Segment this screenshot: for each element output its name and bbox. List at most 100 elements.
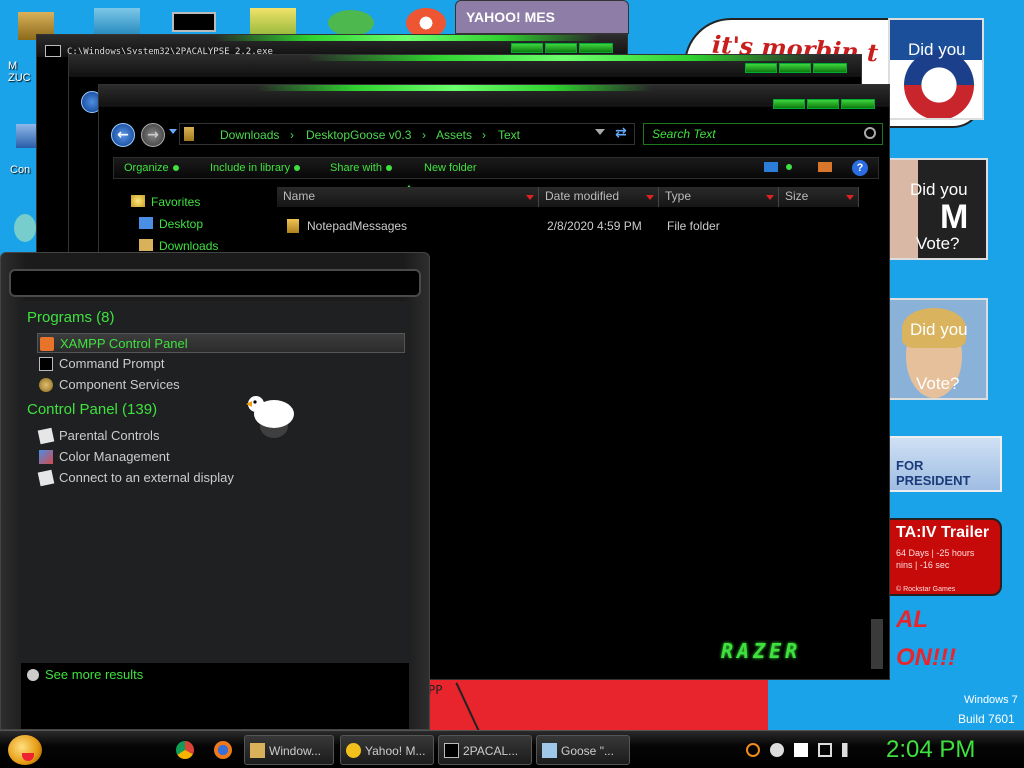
see-more-results-link[interactable]: See more results xyxy=(45,667,143,682)
dropdown-arrow-icon[interactable] xyxy=(846,195,854,200)
desktop-icon-label-computer[interactable]: Con xyxy=(10,164,30,176)
cmd-caption-buttons[interactable] xyxy=(511,43,613,53)
scrollbar[interactable] xyxy=(871,619,883,669)
network-icon[interactable] xyxy=(14,214,36,242)
ad-obama: Did you xyxy=(888,18,984,120)
search-icon[interactable] xyxy=(864,127,876,139)
back-arrow-icon[interactable]: ← xyxy=(111,123,135,147)
result-connect-external-display[interactable]: Connect to an external display xyxy=(37,468,405,488)
group-title-control-panel[interactable]: Control Panel (139) xyxy=(27,401,157,418)
nav-downloads[interactable]: Downloads xyxy=(139,239,218,253)
wallpaper-red-shape xyxy=(428,680,768,738)
action-center-flag-icon[interactable] xyxy=(794,743,808,757)
ad-president-text: FOR PRESIDENT xyxy=(896,458,971,488)
goose-desktop-icon[interactable] xyxy=(328,10,374,36)
taskbar-item-notepad[interactable]: Goose "... xyxy=(536,735,630,765)
desktop-icon-label-user[interactable]: M ZUC xyxy=(8,60,38,84)
organize-button[interactable]: Organize xyxy=(124,162,179,174)
group-title-programs[interactable]: Programs (8) xyxy=(27,309,115,326)
address-dropdown-chevron-icon[interactable] xyxy=(595,129,605,135)
refresh-icon[interactable]: ⇄ xyxy=(615,125,633,141)
network-icon[interactable] xyxy=(818,743,832,757)
external-display-icon xyxy=(37,469,55,487)
computer-icon[interactable] xyxy=(16,124,36,148)
taskbar-item-cmd[interactable]: 2PACAL... xyxy=(438,735,532,765)
navigation-pane: Favorites Desktop Downloads xyxy=(109,185,273,355)
ad-gta-line1: 64 Days | -25 hours xyxy=(896,548,975,558)
column-header-type[interactable]: Type xyxy=(659,187,779,207)
ad-gta: TA:IV Trailer 64 Days | -25 hours nins |… xyxy=(888,518,1002,596)
desktop-icon-app[interactable] xyxy=(94,8,140,34)
minimize-button[interactable] xyxy=(773,99,805,109)
taskbar-clock[interactable]: 2:04 PM xyxy=(886,736,975,764)
result-component-services[interactable]: Component Services xyxy=(37,375,405,395)
star-icon xyxy=(131,195,145,207)
cmd-icon xyxy=(444,743,459,758)
downloads-icon xyxy=(139,239,153,251)
folder-icon xyxy=(250,743,265,758)
yahoo-messenger-icon xyxy=(346,743,361,758)
result-color-management[interactable]: Color Management xyxy=(37,447,405,467)
file-row[interactable]: NotepadMessages 2/8/2020 4:59 PM File fo… xyxy=(277,215,881,237)
include-in-library-button[interactable]: Include in library xyxy=(210,162,301,174)
column-header-name[interactable]: Name xyxy=(277,187,539,207)
breadcrumb-text[interactable]: Text xyxy=(498,128,520,142)
explorer-caption-buttons[interactable] xyxy=(773,99,875,109)
breadcrumb-desktopgoose[interactable]: DesktopGoose v0.3 xyxy=(306,128,411,142)
file-type: File folder xyxy=(667,219,720,233)
dropdown-arrow-icon[interactable] xyxy=(766,195,774,200)
breadcrumb-separator[interactable]: › xyxy=(290,128,294,142)
taskbar: Window... Yahoo! M... 2PACAL... Goose ".… xyxy=(0,730,1024,768)
ad-clinton-bottom: Vote? xyxy=(916,374,960,393)
yahoo-messenger-window[interactable]: YAHOO! MES xyxy=(455,0,629,34)
share-with-button[interactable]: Share with xyxy=(330,162,392,174)
start-orb-icon[interactable] xyxy=(8,735,42,765)
notepad-icon xyxy=(542,743,557,758)
wallpaper-text-on: ON!!! xyxy=(896,644,956,671)
nav-desktop[interactable]: Desktop xyxy=(139,217,203,231)
nav-favorites[interactable]: Favorites xyxy=(131,195,200,209)
taskbar-item-yahoo[interactable]: Yahoo! M... xyxy=(340,735,434,765)
breadcrumb-separator[interactable]: › xyxy=(422,128,426,142)
ad-president: FOR PRESIDENT xyxy=(888,436,1002,492)
cmd-desktop-icon[interactable] xyxy=(172,12,216,32)
close-button[interactable] xyxy=(841,99,875,109)
caption-buttons[interactable] xyxy=(745,63,847,73)
search-icon[interactable] xyxy=(746,743,760,757)
file-name[interactable]: NotepadMessages xyxy=(307,219,407,233)
desktop-goose-sprite[interactable] xyxy=(242,392,298,442)
firefox-icon[interactable] xyxy=(214,741,232,759)
maximize-button[interactable] xyxy=(807,99,839,109)
address-bar[interactable]: Downloads › DesktopGoose v0.3 › Assets ›… xyxy=(179,123,635,145)
breadcrumb-assets[interactable]: Assets xyxy=(436,128,472,142)
watermark-os: Windows 7 xyxy=(964,694,1018,706)
change-view-icon[interactable] xyxy=(764,162,778,172)
forward-arrow-icon[interactable]: → xyxy=(141,123,165,147)
breadcrumb-separator[interactable]: › xyxy=(482,128,486,142)
chrome-icon[interactable] xyxy=(176,741,194,759)
wallpaper-text-al: AL xyxy=(896,606,928,633)
result-parental-controls[interactable]: Parental Controls xyxy=(37,426,405,446)
desktop-icon-image[interactable] xyxy=(250,8,296,34)
view-options-dot[interactable] xyxy=(786,164,792,170)
dropdown-arrow-icon[interactable] xyxy=(526,195,534,200)
search-box[interactable] xyxy=(643,123,883,145)
column-header-date-modified[interactable]: Date modified xyxy=(539,187,659,207)
search-input[interactable] xyxy=(652,126,852,142)
breadcrumb-downloads[interactable]: Downloads xyxy=(220,128,279,142)
messenger-tray-icon[interactable] xyxy=(770,743,784,757)
preview-pane-icon[interactable] xyxy=(818,162,832,172)
taskbar-item-explorer[interactable]: Window... xyxy=(244,735,334,765)
ad-gta-line2: nins | -16 sec xyxy=(896,560,950,570)
result-command-prompt[interactable]: Command Prompt xyxy=(37,354,405,374)
dropdown-arrow-icon[interactable] xyxy=(646,195,654,200)
result-xampp-control-panel[interactable]: XAMPP Control Panel xyxy=(37,333,405,353)
recent-pages-chevron-icon[interactable] xyxy=(169,129,177,134)
ad-clinton-top: Did you xyxy=(910,320,968,339)
help-icon[interactable]: ? xyxy=(852,160,868,176)
ad-gta-title: TA:IV Trailer xyxy=(896,524,990,541)
search-icon xyxy=(27,669,39,681)
column-header-size[interactable]: Size xyxy=(779,187,859,207)
volume-icon[interactable] xyxy=(842,743,856,757)
new-folder-button[interactable]: New folder xyxy=(424,162,477,174)
